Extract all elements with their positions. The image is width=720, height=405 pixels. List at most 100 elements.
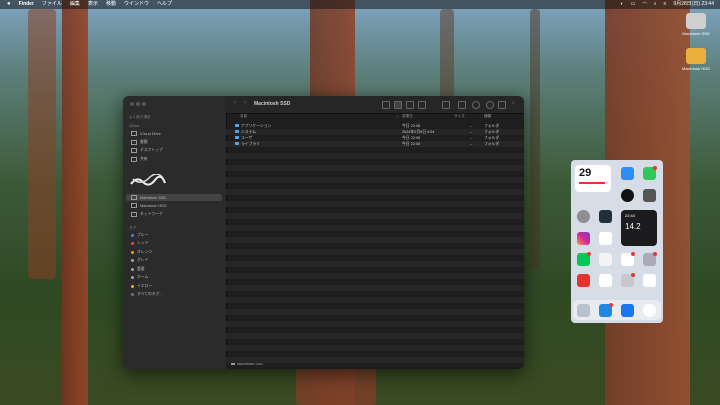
column-header-kind[interactable]: 種類: [484, 114, 491, 119]
sidebar-tag-all[interactable]: すべてのタグ...: [131, 292, 163, 297]
menu-app-name[interactable]: Finder: [19, 0, 34, 9]
safari-icon[interactable]: [643, 304, 656, 317]
sidebar-item-label: 書類: [140, 140, 148, 144]
file-name: ユーザ: [241, 135, 253, 140]
notification-badge: [631, 252, 635, 256]
sidebar-item-shared[interactable]: 共有: [131, 157, 148, 162]
search-icon[interactable]: ⌕: [512, 100, 515, 106]
sidebar-item-label: Macintosh HDD: [140, 203, 167, 208]
mail-icon[interactable]: [599, 303, 613, 317]
sidebar-tag-orange[interactable]: オレンジ: [131, 250, 152, 255]
google-maps-icon[interactable]: [599, 274, 612, 287]
settings-icon[interactable]: [577, 210, 590, 223]
wifi-icon[interactable]: ◠: [642, 0, 646, 9]
row-stripe: [226, 357, 524, 363]
app-folder-icon[interactable]: [621, 273, 635, 287]
menu-window[interactable]: ウインドウ: [124, 0, 149, 9]
file-kind: フォルダ: [484, 141, 500, 146]
tag-label: すべてのタグ...: [137, 292, 163, 296]
facebook-icon[interactable]: [621, 304, 634, 317]
photos-icon[interactable]: [599, 232, 612, 245]
column-view-icon[interactable]: [406, 101, 414, 109]
column-header-date[interactable]: 変更日: [402, 114, 413, 119]
redacted-scribble: [130, 174, 166, 186]
tag-label: イエロー: [137, 284, 153, 288]
share-icon[interactable]: [458, 101, 466, 109]
tag-dot-icon: [131, 259, 134, 262]
row-stripe: [226, 249, 524, 255]
camera-icon[interactable]: [643, 189, 656, 202]
group-icon[interactable]: [442, 101, 450, 109]
sidebar-item-icloud-drive[interactable]: iCloud Drive: [131, 131, 161, 136]
row-stripe: [226, 309, 524, 315]
messenger-icon[interactable]: [643, 274, 656, 287]
menu-file[interactable]: ファイル: [42, 0, 62, 9]
gallery-view-icon[interactable]: [418, 101, 426, 109]
sidebar-tag-home[interactable]: ホーム: [131, 275, 148, 280]
weather-widget[interactable]: 22:44 14.2: [621, 210, 657, 246]
sidebar-item-label: iCloud Drive: [140, 131, 161, 136]
desktop-icon: [131, 148, 137, 153]
column-header-size[interactable]: サイズ: [454, 114, 465, 119]
tag-dot-icon: [131, 251, 134, 254]
tag-icon[interactable]: [472, 101, 480, 109]
desktop-icon-ssd[interactable]: Macintosh SSD: [676, 13, 716, 36]
zoom-button[interactable]: [142, 102, 146, 106]
table-row[interactable]: ライブラリ 今日 22:08 -- フォルダ: [226, 141, 524, 147]
app-store-icon[interactable]: [621, 167, 634, 180]
menu-clock[interactable]: 9月28日(日) 23:44: [673, 0, 714, 9]
menu-go[interactable]: 移動: [106, 0, 116, 9]
sidebar-tag-blue[interactable]: ブルー: [131, 233, 148, 238]
youtube-icon[interactable]: [621, 252, 635, 266]
line-icon[interactable]: [577, 252, 591, 266]
file-date: 今日 22:08: [402, 135, 421, 140]
icon-view-icon[interactable]: [382, 101, 390, 109]
minimize-button[interactable]: [136, 102, 140, 106]
sidebar-item-documents[interactable]: 書類: [131, 140, 148, 145]
utilities-folder-icon[interactable]: [643, 252, 657, 266]
search-icon[interactable]: ⌕: [654, 0, 657, 9]
row-stripe: [226, 189, 524, 195]
file-size: --: [470, 129, 473, 134]
sidebar-tag-red[interactable]: レッド: [131, 241, 148, 246]
row-stripe: [226, 165, 524, 171]
amazon-icon[interactable]: [599, 210, 612, 223]
calendar-widget[interactable]: 29: [575, 165, 611, 192]
sidebar-tag-important[interactable]: 重要: [131, 267, 145, 272]
calendar-date: 29: [579, 167, 592, 179]
control-center-icon[interactable]: ≡: [664, 0, 667, 9]
forward-icon[interactable]: ›: [244, 100, 246, 106]
column-header-name[interactable]: 名前: [240, 114, 247, 119]
sidebar-item-macintosh-hdd[interactable]: Macintosh HDD: [131, 203, 167, 208]
close-button[interactable]: [130, 102, 134, 106]
menu-help[interactable]: ヘルプ: [157, 0, 172, 9]
sidebar-tag-gray[interactable]: グレイ: [131, 258, 148, 263]
desktop-icon-label: Macintosh SSD: [682, 31, 710, 36]
sidebar-item-macintosh-ssd[interactable]: Macintosh SSD: [131, 195, 166, 200]
status-icon[interactable]: ◐: [621, 0, 624, 9]
maps-icon[interactable]: [599, 253, 612, 266]
files-icon[interactable]: [577, 304, 590, 317]
tag-label: グレイ: [137, 258, 149, 262]
desktop-icon-hdd[interactable]: Macintosh HDD: [676, 48, 716, 71]
menu-edit[interactable]: 編集: [70, 0, 80, 9]
shopping-app-icon[interactable]: [577, 274, 590, 287]
sidebar-item-desktop[interactable]: デスクトップ: [131, 148, 163, 153]
back-icon[interactable]: ‹: [234, 100, 236, 106]
sidebar-item-network[interactable]: ネットワーク: [131, 212, 163, 217]
sidebar-tag-yellow[interactable]: イエロー: [131, 284, 152, 289]
weather-temp: 14.2: [625, 222, 641, 231]
clock-icon[interactable]: [621, 189, 634, 202]
messages-icon[interactable]: [643, 166, 657, 180]
menu-view[interactable]: 表示: [88, 0, 98, 9]
action-icon[interactable]: [486, 101, 494, 109]
drive-icon: [686, 13, 706, 29]
apple-menu-icon[interactable]: ●: [7, 0, 11, 9]
battery-icon[interactable]: ▭: [631, 0, 636, 9]
tag-dot-icon: [131, 293, 134, 296]
more-icon[interactable]: [498, 101, 506, 109]
list-view-icon[interactable]: [394, 101, 402, 109]
tag-dot-icon: [131, 285, 134, 288]
file-name: アプリケーション: [241, 123, 272, 128]
instagram-icon[interactable]: [577, 232, 590, 245]
